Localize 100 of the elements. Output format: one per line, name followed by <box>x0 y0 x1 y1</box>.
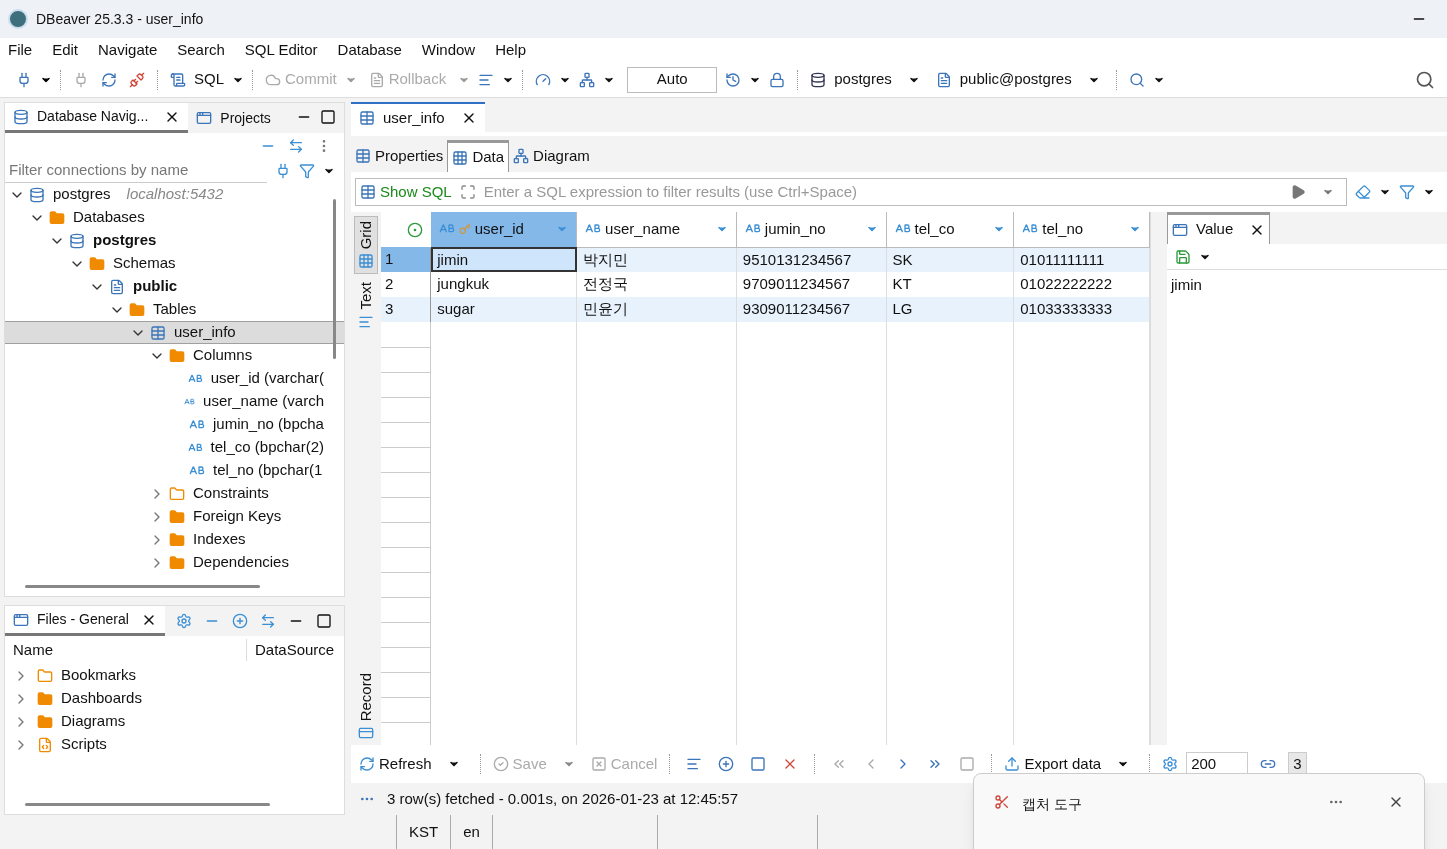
gauge-icon[interactable] <box>535 71 552 88</box>
tree-item[interactable]: Dashboards <box>13 687 344 710</box>
commit-mode-field[interactable]: Auto <box>627 66 718 93</box>
copy-row-icon[interactable] <box>750 756 767 772</box>
column-header[interactable]: jumin_no <box>736 212 887 247</box>
filter-icon[interactable] <box>1399 184 1415 200</box>
view-mode-tab[interactable]: Text <box>354 278 378 334</box>
row-number[interactable]: 1 <box>381 247 431 272</box>
hierarchy-icon[interactable] <box>579 71 596 88</box>
editor-tab[interactable]: user_info <box>351 102 485 132</box>
column-header[interactable]: user_id <box>430 212 577 247</box>
reconnect-icon[interactable] <box>101 71 117 88</box>
tree-item[interactable]: tel_co (bpchar(2) <box>169 436 324 459</box>
value-panel-tab[interactable]: Value <box>1167 212 1271 244</box>
editor-subtab[interactable]: Diagram <box>509 140 594 172</box>
schemas-folder-icon <box>89 255 105 272</box>
disconnect-icon[interactable] <box>129 71 145 88</box>
expand-icon[interactable] <box>232 613 248 629</box>
tree-item[interactable]: Constraints <box>149 482 324 505</box>
menu-item[interactable]: Window <box>421 38 476 62</box>
export-data-button[interactable]: Export data <box>1004 752 1102 776</box>
play-icon[interactable] <box>1290 184 1306 200</box>
column-header[interactable]: tel_no <box>1013 212 1150 247</box>
view-mode-tab[interactable]: Record <box>354 668 378 745</box>
tree-item[interactable]: public <box>89 275 324 298</box>
row-number[interactable]: 3 <box>381 297 431 322</box>
tree-item[interactable]: Dependencies <box>149 551 324 574</box>
editor-subtab[interactable]: Properties <box>351 140 448 172</box>
tree-item[interactable]: jumin_no (bpcha <box>169 413 324 436</box>
column-header[interactable]: DataSource <box>247 638 343 662</box>
tree-item[interactable]: Indexes <box>149 528 324 551</box>
panel-tab[interactable]: Projects <box>188 103 279 133</box>
tree-item[interactable]: Bookmarks <box>13 664 344 687</box>
diagram-icon <box>513 148 530 164</box>
editor-subtab[interactable]: Data <box>447 140 510 172</box>
search-icon[interactable] <box>1415 69 1435 90</box>
menu-item[interactable]: SQL Editor <box>244 38 318 62</box>
sql-editor-button[interactable]: SQL <box>166 68 228 91</box>
menu-item[interactable]: Help <box>495 38 526 62</box>
table-icon <box>355 148 371 164</box>
menu-item[interactable]: Navigate <box>98 38 158 62</box>
tree-item[interactable]: postgres <box>49 229 324 252</box>
tree-item[interactable]: Schemas <box>69 252 324 275</box>
fetch-size-field[interactable]: 200 <box>1186 752 1249 776</box>
settings-icon[interactable] <box>1162 756 1179 772</box>
save-icon[interactable] <box>1175 248 1191 265</box>
table-cell[interactable]: 9309011234567 <box>736 297 887 322</box>
table-cell[interactable]: 01033333333 <box>1013 297 1150 322</box>
table-cell[interactable]: 민윤기 <box>576 297 737 322</box>
settings-icon[interactable] <box>176 613 192 629</box>
eraser-icon[interactable] <box>1355 184 1371 200</box>
tree-item[interactable]: Databases <box>29 206 324 229</box>
add-row-icon[interactable] <box>718 756 735 772</box>
history-icon[interactable] <box>725 71 742 88</box>
tree-item[interactable]: Diagrams <box>13 710 344 733</box>
filter-icon[interactable] <box>299 163 315 179</box>
search-icon[interactable] <box>1128 71 1145 88</box>
panel-tab[interactable]: Database Navig... <box>5 103 189 133</box>
menu-item[interactable]: Search <box>177 38 225 62</box>
tree-item-label: Schemas <box>113 253 176 274</box>
table-icon <box>150 324 166 341</box>
tree-item[interactable]: user_id (varchar( <box>169 367 324 390</box>
table-cell[interactable]: LG <box>886 297 1014 322</box>
maximize-icon[interactable] <box>320 109 336 125</box>
connection-selector[interactable]: postgres <box>806 68 896 91</box>
expand-icon[interactable] <box>459 184 476 200</box>
tree-item[interactable]: Foreign Keys <box>149 505 324 528</box>
column-header[interactable]: user_name <box>576 212 737 247</box>
tree-item[interactable]: postgres localhost:5432 <box>9 183 324 206</box>
tree-item[interactable]: user_name (varch <box>169 390 324 413</box>
menu-item[interactable]: Database <box>337 38 402 62</box>
tree-item[interactable]: Tables <box>109 298 324 321</box>
plug-icon[interactable] <box>275 163 291 179</box>
horizontal-scrollbar[interactable] <box>25 584 260 588</box>
vertical-scrollbar[interactable] <box>333 199 336 359</box>
panel-tab[interactable]: Files - General <box>5 606 165 636</box>
menu-item[interactable]: File <box>8 38 33 62</box>
tree-item[interactable]: Columns <box>149 344 324 367</box>
view-mode-tab[interactable]: Grid <box>354 216 378 275</box>
tree-item[interactable]: user_info <box>5 321 344 344</box>
menu-item[interactable]: Edit <box>52 38 79 62</box>
tree-item[interactable]: Scripts <box>13 733 344 756</box>
panel-toggle-icon[interactable] <box>959 756 976 772</box>
table-cell[interactable]: sugar <box>430 297 577 322</box>
maximize-icon[interactable] <box>316 613 332 629</box>
select-all-icon[interactable] <box>406 222 423 239</box>
new-connection-icon[interactable] <box>16 71 32 88</box>
horizontal-scrollbar[interactable] <box>25 802 270 806</box>
show-sql-button[interactable]: Show SQL <box>360 180 452 204</box>
edit-lines-icon[interactable] <box>686 756 703 772</box>
tree-item[interactable]: tel_no (bpchar(1 <box>169 459 324 482</box>
schema-selector[interactable]: public@postgres <box>931 68 1076 91</box>
link-editor-icon[interactable] <box>288 138 304 154</box>
refresh-button[interactable]: Refresh <box>359 752 432 776</box>
lock-icon[interactable] <box>769 71 786 88</box>
folder-icon <box>169 508 185 525</box>
column-header[interactable]: Name <box>5 638 247 662</box>
table-cell[interactable]: jimin <box>430 247 577 272</box>
column-header[interactable]: tel_co <box>886 212 1014 247</box>
link-icon[interactable] <box>260 613 276 629</box>
